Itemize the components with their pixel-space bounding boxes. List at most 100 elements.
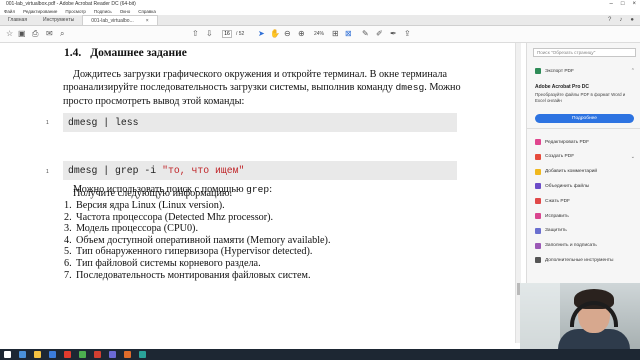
tool-icon xyxy=(535,139,541,145)
search-taskbar-icon[interactable] xyxy=(19,351,26,358)
search-icon[interactable]: ⌕ xyxy=(60,29,64,39)
highlight-icon[interactable]: ✐ xyxy=(376,29,383,39)
list-text: Модель процессора (CPU0). xyxy=(76,223,198,235)
select-cursor-icon[interactable]: ➤ xyxy=(258,29,265,39)
tool-label: Защитить xyxy=(545,228,567,234)
tool-label: Сжать PDF xyxy=(545,198,570,204)
app-icon[interactable] xyxy=(94,351,101,358)
app-icon[interactable] xyxy=(79,351,86,358)
save-icon[interactable]: ▣ xyxy=(18,29,26,39)
code-block-less: dmesg | less xyxy=(63,113,457,132)
window-background xyxy=(520,283,560,349)
inline-command-dmesg: dmesg xyxy=(395,82,425,94)
promo-text: Преобразуйте файлы PDF в формат Word и E… xyxy=(535,92,626,103)
zoom-level[interactable]: 24% xyxy=(314,30,324,38)
tool-item[interactable]: Защитить xyxy=(535,227,635,235)
sign-icon[interactable]: ✒ xyxy=(390,29,397,39)
page-number-input[interactable]: 16 xyxy=(222,30,232,38)
list-number: 7. xyxy=(64,269,72,281)
help-icon[interactable]: ? xyxy=(608,17,611,23)
menu-sign[interactable]: Подпись xyxy=(94,8,112,15)
paragraph-intro-text: Дождитесь загрузки графического окружени… xyxy=(63,69,447,94)
tool-item[interactable]: Создать PDF ⌄ xyxy=(535,153,635,161)
export-pdf-label: Экспорт PDF xyxy=(545,68,574,74)
list-number: 4. xyxy=(64,234,72,246)
chevron-down-icon[interactable]: ⌄ xyxy=(631,154,635,160)
close-tab-icon[interactable]: × xyxy=(146,16,149,26)
list-number: 1. xyxy=(64,200,72,211)
fit-page-icon[interactable]: ⊞ xyxy=(332,29,339,39)
tab-document[interactable]: 001-lab_virtualbo... × xyxy=(82,15,158,26)
list-number: 2. xyxy=(64,211,72,223)
tool-icon xyxy=(535,153,541,160)
browser-icon[interactable] xyxy=(49,351,56,358)
document-view[interactable]: 1. 4. Домашнее задание Дождитесь загрузки … xyxy=(0,43,521,343)
print-icon[interactable]: ⎙ xyxy=(32,29,38,39)
tool-item[interactable]: Исправить xyxy=(535,212,635,220)
acrobat-icon[interactable] xyxy=(64,351,71,358)
list-item: 3. Модель процессора (CPU0). xyxy=(64,223,331,235)
export-pdf-icon xyxy=(535,68,541,74)
list-item: 2. Частота процессора (Detected Mhz proce… xyxy=(64,212,331,224)
tab-document-label: 001-lab_virtualbo... xyxy=(91,17,134,24)
tool-item[interactable]: Объединить файлы xyxy=(535,182,635,190)
tool-label: Дополнительные инструменты xyxy=(545,257,614,263)
menu-file[interactable]: Файл xyxy=(4,8,15,15)
zoom-in-icon[interactable]: ⊕ xyxy=(298,29,305,39)
list-text: Тип файловой системы корневого раздела. xyxy=(76,257,261,269)
app-icon[interactable] xyxy=(139,351,146,358)
list-text: Версия ядра Linux (Linux version). xyxy=(76,200,225,211)
fit-width-icon[interactable]: ⊠ xyxy=(345,29,352,39)
tool-item[interactable]: Дополнительные инструменты xyxy=(535,256,635,264)
tab-bar: Главная Инструменты 001-lab_virtualbo...… xyxy=(0,15,640,26)
app-icon[interactable] xyxy=(109,351,116,358)
tab-bar-right: ? ♪ ● xyxy=(608,17,634,23)
menu-window[interactable]: Окно xyxy=(120,8,130,15)
menu-edit[interactable]: Редактирование xyxy=(23,8,57,15)
export-pdf-item[interactable]: Экспорт PDF ⌃ xyxy=(535,67,635,75)
tool-item[interactable]: Редактировать PDF xyxy=(535,138,635,146)
app-icon[interactable] xyxy=(124,351,131,358)
tab-tools[interactable]: Инструменты xyxy=(35,15,82,25)
window-titlebar: 001-lab_virtualbox.pdf - Adobe Acrobat R… xyxy=(0,0,640,8)
list-item: 5. Тип обнаруженного гипервизора (Hypervi… xyxy=(64,246,331,258)
start-icon[interactable] xyxy=(4,351,11,358)
list-number: 3. xyxy=(64,223,72,235)
maximize-icon[interactable]: □ xyxy=(621,0,625,8)
page-up-icon[interactable]: ⇧ xyxy=(192,29,199,39)
list-item: 6. Тип файловой системы корневого раздела… xyxy=(64,258,331,270)
comment-icon[interactable]: ✎ xyxy=(362,29,369,39)
menu-view[interactable]: Просмотр xyxy=(65,8,86,15)
tool-icon xyxy=(535,213,541,219)
minimize-icon[interactable]: – xyxy=(610,0,613,8)
tool-item[interactable]: Заполнить и подписать xyxy=(535,242,635,250)
email-icon[interactable]: ✉ xyxy=(46,29,53,39)
share-icon[interactable]: ⇪ xyxy=(404,29,411,39)
tool-item[interactable]: Добавить комментарий xyxy=(535,168,635,176)
list-text: Частота процессора (Detected Mhz process… xyxy=(76,211,274,223)
list-text: Последовательность монтирования файловых… xyxy=(76,269,311,281)
close-icon[interactable]: × xyxy=(632,0,636,8)
star-icon[interactable]: ☆ xyxy=(6,29,13,39)
more-info-button[interactable]: Подробнее xyxy=(535,114,634,123)
divider xyxy=(527,128,640,129)
webcam-overlay xyxy=(520,283,640,349)
tab-home[interactable]: Главная xyxy=(0,15,35,25)
inline-command-grep: grep xyxy=(246,184,270,195)
toolbar: ☆ ▣ ⎙ ✉ ⌕ ⇧ ⇩ 16 / 52 ➤ ✋ ⊖ ⊕ 24% ⊞ ⊠ ✎ … xyxy=(0,26,640,43)
tool-icon xyxy=(535,257,541,264)
tools-search-input[interactable]: Поиск "Обрезать страницу" xyxy=(533,48,636,57)
hand-tool-icon[interactable]: ✋ xyxy=(270,29,280,39)
list-text: Тип обнаруженного гипервизора (Hyperviso… xyxy=(76,246,313,258)
menu-help[interactable]: Справка xyxy=(138,8,156,15)
chevron-up-icon: ⌃ xyxy=(630,68,635,74)
bell-icon[interactable]: ♪ xyxy=(619,17,622,23)
tool-item[interactable]: Сжать PDF xyxy=(535,197,635,205)
file-explorer-icon[interactable] xyxy=(34,351,41,358)
zoom-out-icon[interactable]: ⊖ xyxy=(284,29,291,39)
code-line-number: 1 xyxy=(46,120,49,126)
section-title: Домашнее задание xyxy=(90,47,187,59)
paragraph-info: Получите следующую информацию. xyxy=(73,188,233,199)
page-down-icon[interactable]: ⇩ xyxy=(206,29,213,39)
user-icon[interactable]: ● xyxy=(630,17,634,23)
